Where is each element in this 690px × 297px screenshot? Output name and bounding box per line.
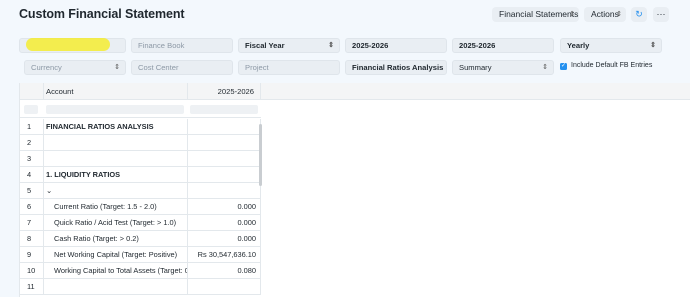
more-button[interactable]: ···: [653, 7, 669, 22]
row-number: 1: [27, 122, 32, 131]
account-filter-input[interactable]: [46, 105, 184, 114]
more-icon: ···: [656, 9, 666, 19]
account-cell[interactable]: Net Working Capital (Target: Positive): [43, 247, 187, 263]
account-cell[interactable]: ⌄: [43, 183, 187, 199]
value-cell[interactable]: 0.000: [187, 215, 261, 231]
row-number: 4: [27, 170, 32, 179]
row-number: 8: [27, 234, 32, 243]
chevron-updown-icon: ⇕: [542, 64, 548, 71]
report-grid: Account 2025-2026 1 FINANCIAL RATIOS ANAL…: [19, 83, 690, 297]
table-row[interactable]: 4 1. LIQUIDITY RATIOS: [20, 167, 261, 183]
table-row[interactable]: 8 Cash Ratio (Target: > 0.2) 0.000: [20, 231, 261, 247]
row-number: 7: [27, 218, 32, 227]
row-number: 2: [27, 138, 32, 147]
table-row[interactable]: 1 FINANCIAL RATIOS ANALYSIS: [20, 119, 261, 135]
cost-center-field[interactable]: Cost Center: [131, 60, 233, 75]
page-header: Custom Financial Statement Financial Sta…: [0, 0, 690, 30]
account-cell[interactable]: 1. LIQUIDITY RATIOS: [43, 167, 187, 183]
table-row[interactable]: 6 Current Ratio (Target: 1.5 - 2.0) 0.000: [20, 199, 261, 215]
to-fiscal-year-field[interactable]: 2025-2026: [452, 38, 554, 53]
view-select[interactable]: Summary ⇕: [452, 60, 554, 75]
project-field[interactable]: Project: [238, 60, 340, 75]
redaction-highlight: [26, 38, 110, 51]
report-template-field[interactable]: Financial Ratios Analysis: [345, 60, 447, 75]
account-cell[interactable]: Current Ratio (Target: 1.5 - 2.0): [43, 199, 187, 215]
table-row[interactable]: 10 Working Capital to Total Assets (Targe…: [20, 263, 261, 279]
include-default-fb-label: Include Default FB Entries: [571, 62, 653, 69]
period-type-select[interactable]: Fiscal Year ⇕: [238, 38, 340, 53]
value-cell[interactable]: [187, 279, 261, 295]
chevron-updown-icon: ⇕: [569, 11, 575, 18]
periodicity-value: Yearly: [567, 41, 590, 50]
account-cell[interactable]: [43, 279, 187, 295]
from-fiscal-year-field[interactable]: 2025-2026: [345, 38, 447, 53]
row-number: 5: [27, 186, 32, 195]
row-number: 11: [27, 282, 35, 291]
chevron-updown-icon: ⇕: [328, 42, 334, 49]
row-number: 6: [27, 202, 32, 211]
table-row[interactable]: 7 Quick Ratio / Acid Test (Target: > 1.0)…: [20, 215, 261, 231]
finance-book-field[interactable]: Finance Book: [131, 38, 233, 53]
view-value: Summary: [459, 63, 492, 72]
periodicity-select[interactable]: Yearly ⇕: [560, 38, 662, 53]
financial-statements-dropdown[interactable]: Financial Statements ⇕: [492, 7, 579, 22]
actions-label: Actions: [591, 9, 619, 19]
currency-placeholder: Currency: [31, 63, 62, 72]
value-cell[interactable]: 0.000: [187, 231, 261, 247]
account-cell[interactable]: Quick Ratio / Acid Test (Target: > 1.0): [43, 215, 187, 231]
grid-header: Account 2025-2026: [20, 83, 690, 100]
value-cell[interactable]: [187, 151, 261, 167]
column-header-period[interactable]: 2025-2026: [187, 83, 261, 100]
value-cell[interactable]: Rs 30,547,636.10: [187, 247, 261, 263]
grid-filter-row: [20, 101, 261, 118]
grid-scrollbar[interactable]: [259, 124, 262, 186]
value-cell[interactable]: [187, 135, 261, 151]
account-cell[interactable]: Working Capital to Total Assets (Target:…: [43, 263, 187, 279]
table-row[interactable]: 11: [20, 279, 261, 295]
period-type-value: Fiscal Year: [245, 41, 285, 50]
chevron-updown-icon: ⇕: [114, 64, 120, 71]
include-default-fb-checkbox[interactable]: ✓: [560, 63, 567, 70]
chevron-updown-icon: ⇕: [650, 42, 656, 49]
table-row[interactable]: 5 ⌄: [20, 183, 261, 199]
value-cell[interactable]: 0.080: [187, 263, 261, 279]
row-number: 3: [27, 154, 32, 163]
page-title: Custom Financial Statement: [19, 7, 185, 21]
row-filter-input[interactable]: [24, 105, 38, 114]
refresh-icon: ↻: [635, 9, 643, 19]
row-number: 9: [27, 250, 32, 259]
row-number: 10: [27, 266, 36, 275]
currency-select[interactable]: Currency ⇕: [24, 60, 126, 75]
value-cell[interactable]: [187, 167, 261, 183]
column-header-account[interactable]: Account: [43, 83, 187, 100]
value-cell[interactable]: [187, 183, 261, 199]
period-filter-input[interactable]: [190, 105, 258, 114]
value-cell[interactable]: [187, 119, 261, 135]
account-cell[interactable]: Cash Ratio (Target: > 0.2): [43, 231, 187, 247]
table-row[interactable]: 2: [20, 135, 261, 151]
value-cell[interactable]: 0.000: [187, 199, 261, 215]
financial-statements-label: Financial Statements: [499, 9, 579, 19]
table-row[interactable]: 9 Net Working Capital (Target: Positive) R…: [20, 247, 261, 263]
actions-dropdown[interactable]: Actions ⇕: [584, 7, 626, 22]
account-cell[interactable]: [43, 151, 187, 167]
chevron-updown-icon: ⇕: [616, 11, 622, 18]
account-cell[interactable]: FINANCIAL RATIOS ANALYSIS: [43, 119, 187, 135]
table-row[interactable]: 3: [20, 151, 261, 167]
account-cell[interactable]: [43, 135, 187, 151]
refresh-button[interactable]: ↻: [631, 7, 647, 22]
